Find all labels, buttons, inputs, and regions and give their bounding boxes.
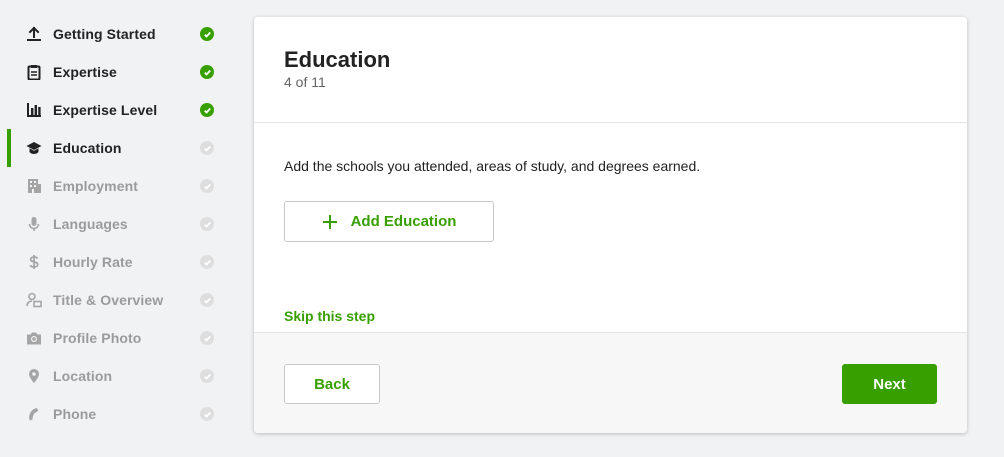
next-button[interactable]: Next — [842, 364, 937, 404]
add-education-label: Add Education — [350, 213, 457, 230]
step-counter: 4 of 11 — [284, 74, 326, 90]
sidebar-item-label: Languages — [53, 216, 128, 232]
section-description: Add the schools you attended, areas of s… — [284, 158, 701, 174]
building-icon — [26, 178, 42, 194]
sidebar-item-employment[interactable]: Employment — [0, 167, 230, 205]
sidebar-item-expertise[interactable]: Expertise — [0, 53, 230, 91]
sidebar-item-label: Expertise Level — [53, 102, 158, 118]
sidebar-item-label: Location — [53, 368, 113, 384]
sidebar-item-label: Hourly Rate — [53, 254, 133, 270]
microphone-icon — [26, 216, 42, 232]
sidebar-item-getting-started[interactable]: Getting Started — [0, 15, 230, 53]
sidebar-item-label: Getting Started — [53, 26, 156, 42]
profile-edit-icon — [26, 292, 42, 308]
card-body: Add the schools you attended, areas of s… — [254, 123, 967, 332]
clipboard-icon — [26, 64, 42, 80]
sidebar-item-label: Expertise — [53, 64, 117, 80]
sidebar-item-hourly-rate[interactable]: Hourly Rate — [0, 243, 230, 281]
check-icon — [200, 369, 214, 383]
check-icon — [200, 217, 214, 231]
sidebar-item-label: Profile Photo — [53, 330, 142, 346]
page-title: Education — [284, 47, 391, 72]
check-icon — [200, 255, 214, 269]
sidebar-item-location[interactable]: Location — [0, 357, 230, 395]
check-icon — [200, 293, 214, 307]
phone-icon — [26, 406, 42, 422]
graduation-cap-icon — [26, 140, 42, 156]
check-icon — [200, 141, 214, 155]
sidebar-item-label: Education — [53, 140, 122, 156]
sidebar-item-label: Phone — [53, 406, 97, 422]
plus-icon — [322, 214, 338, 230]
camera-icon — [26, 330, 42, 346]
card-footer: Back Next — [254, 332, 967, 433]
check-icon — [200, 179, 214, 193]
bar-chart-icon — [26, 102, 42, 118]
active-indicator — [7, 129, 11, 167]
education-card: Education 4 of 11 Add the schools you at… — [254, 17, 967, 433]
sidebar-item-label: Title & Overview — [53, 292, 164, 308]
add-education-button[interactable]: Add Education — [284, 201, 494, 242]
map-pin-icon — [26, 368, 42, 384]
dollar-icon — [26, 254, 42, 270]
back-button[interactable]: Back — [284, 364, 380, 404]
sidebar-nav: Getting Started Expertise Expertise Leve… — [0, 15, 230, 433]
sidebar-item-profile-photo[interactable]: Profile Photo — [0, 319, 230, 357]
sidebar-item-education[interactable]: Education — [0, 129, 230, 167]
card-header: Education 4 of 11 — [254, 17, 967, 123]
sidebar-item-title-overview[interactable]: Title & Overview — [0, 281, 230, 319]
check-icon — [200, 27, 214, 41]
sidebar-item-expertise-level[interactable]: Expertise Level — [0, 91, 230, 129]
upload-icon — [26, 26, 42, 42]
sidebar-item-languages[interactable]: Languages — [0, 205, 230, 243]
check-icon — [200, 103, 214, 117]
skip-step-link[interactable]: Skip this step — [284, 308, 375, 324]
check-icon — [200, 331, 214, 345]
check-icon — [200, 65, 214, 79]
sidebar-item-label: Employment — [53, 178, 139, 194]
sidebar-item-phone[interactable]: Phone — [0, 395, 230, 433]
check-icon — [200, 407, 214, 421]
